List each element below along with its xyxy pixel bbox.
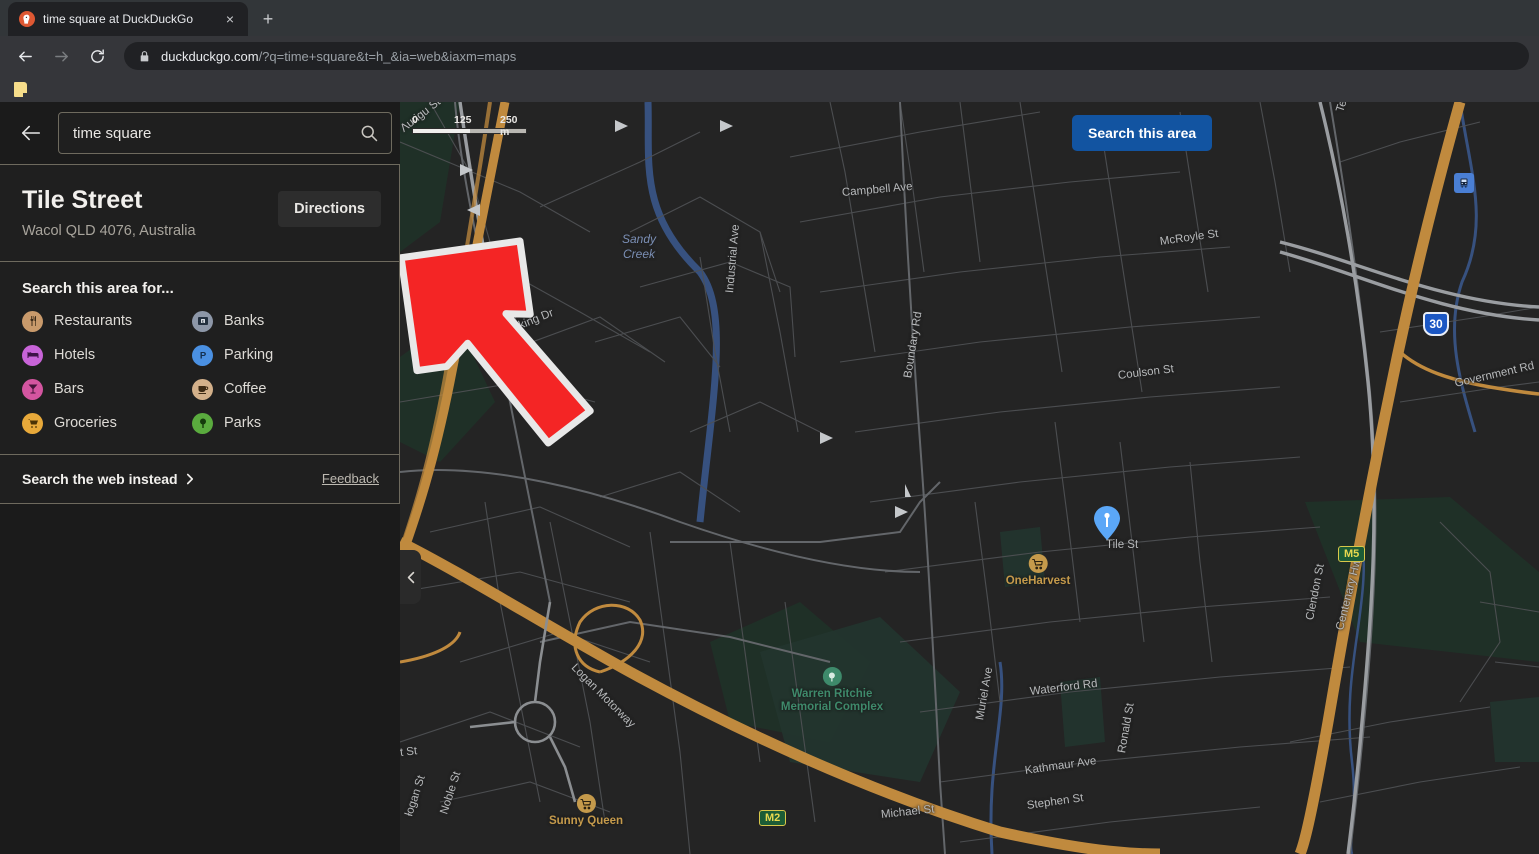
duckduckgo-icon	[19, 11, 35, 27]
bar-icon	[22, 378, 43, 400]
category-hotels[interactable]: Hotels	[22, 344, 192, 366]
train-station-icon[interactable]	[1454, 173, 1474, 193]
restaurant-icon	[22, 310, 43, 332]
water-label: Sandy Creek	[622, 232, 657, 261]
place-card: Tile Street Wacol QLD 4076, Australia Di…	[0, 164, 400, 262]
categories-card: Search this area for... Restaurants £ Ba…	[0, 261, 400, 455]
category-label: Restaurants	[54, 313, 133, 329]
collapse-sidebar-button[interactable]	[400, 550, 421, 604]
close-icon[interactable]: ×	[220, 9, 240, 29]
scale-max: 250 m	[500, 114, 518, 138]
category-label: Parking	[224, 347, 274, 363]
categories-grid: Restaurants £ Banks Hotels P Parking Bar…	[22, 310, 381, 434]
search-icon[interactable]	[359, 123, 379, 143]
page-content: Tile Street Wacol QLD 4076, Australia Di…	[0, 102, 1539, 854]
url-path: /?q=time+square&t=h_&ia=web&iaxm=maps	[258, 48, 517, 64]
category-parks[interactable]: Parks	[192, 412, 381, 434]
grocery-icon	[22, 412, 43, 434]
category-groceries[interactable]: Groceries	[22, 412, 192, 434]
search-input[interactable]	[73, 124, 359, 142]
scale-zero: 0	[412, 114, 418, 126]
category-label: Coffee	[224, 381, 267, 397]
category-banks[interactable]: £ Banks	[192, 310, 381, 332]
browser-window: time square at DuckDuckGo × + duckduckgo…	[0, 0, 1539, 854]
feedback-link[interactable]: Feedback	[322, 471, 379, 486]
categories-title: Search this area for...	[22, 279, 174, 297]
scale-bar: 0 125 250 m	[412, 114, 527, 138]
sidebar-footer: Search the web instead Feedback	[0, 454, 400, 504]
search-web-instead-label: Search the web instead	[22, 470, 178, 487]
search-row	[0, 102, 400, 164]
park-tree-icon	[822, 667, 842, 686]
category-label: Bars	[54, 381, 84, 397]
chevron-left-icon	[407, 571, 414, 583]
highway-shield-m5: M5	[1338, 546, 1366, 562]
map-poi-label: Sunny Queen	[548, 815, 624, 827]
url-text: duckduckgo.com/?q=time+square&t=h_&ia=we…	[161, 49, 516, 64]
search-web-instead-link[interactable]: Search the web instead	[22, 471, 195, 487]
reload-icon[interactable]	[82, 41, 112, 71]
url-domain: duckduckgo.com	[161, 48, 259, 64]
category-label: Banks	[224, 313, 265, 329]
place-info: Tile Street Wacol QLD 4076, Australia	[22, 186, 196, 239]
category-label: Groceries	[54, 415, 117, 431]
search-box[interactable]	[58, 112, 392, 154]
marker-label: Tile St	[1106, 539, 1139, 551]
bookmark-folder-icon[interactable]	[14, 81, 28, 98]
bank-icon: £	[192, 310, 213, 332]
category-coffee[interactable]: Coffee	[192, 378, 381, 400]
browser-tab[interactable]: time square at DuckDuckGo ×	[8, 2, 248, 36]
forward-icon[interactable]	[46, 41, 76, 71]
map-basemap	[400, 102, 1539, 854]
place-address: Wacol QLD 4076, Australia	[22, 222, 196, 239]
coffee-icon	[192, 378, 213, 400]
category-parking[interactable]: P Parking	[192, 344, 381, 366]
scale-mid: 125	[454, 114, 472, 126]
park-icon	[192, 412, 213, 434]
tab-title: time square at DuckDuckGo	[43, 12, 194, 26]
category-label: Hotels	[54, 347, 96, 363]
lock-icon	[138, 50, 151, 63]
category-label: Parks	[224, 415, 262, 431]
parking-icon: P	[192, 344, 213, 366]
category-restaurants[interactable]: Restaurants	[22, 310, 192, 332]
map-canvas[interactable]: 0 125 250 m Search this area Λurigu St Ca…	[400, 102, 1539, 854]
tab-strip: time square at DuckDuckGo × +	[0, 0, 1539, 36]
svg-text:P: P	[199, 351, 206, 362]
map-poi[interactable]: OneHarvest	[1005, 554, 1071, 588]
map-poi-label: OneHarvest	[1005, 575, 1071, 587]
address-bar[interactable]: duckduckgo.com/?q=time+square&t=h_&ia=we…	[124, 42, 1529, 70]
bookmarks-bar	[0, 76, 1539, 102]
page-title: Tile Street	[22, 186, 143, 214]
search-this-area-button[interactable]: Search this area	[1072, 115, 1213, 151]
browser-toolbar: duckduckgo.com/?q=time+square&t=h_&ia=we…	[0, 36, 1539, 76]
arrow-left-icon[interactable]	[18, 120, 44, 146]
new-tab-button[interactable]: +	[254, 5, 282, 33]
map-poi-label: Warren Ritchie Memorial Complex	[780, 688, 884, 714]
highway-shield-m2: M2	[759, 810, 787, 826]
hotel-icon	[22, 344, 43, 366]
map-poi[interactable]: Sunny Queen	[549, 794, 623, 828]
shopping-cart-icon	[1028, 554, 1048, 573]
maps-sidebar: Tile Street Wacol QLD 4076, Australia Di…	[0, 102, 400, 854]
category-bars[interactable]: Bars	[22, 378, 192, 400]
street-label: t St	[400, 745, 418, 759]
map-poi[interactable]: Warren Ritchie Memorial Complex	[781, 667, 883, 714]
directions-button[interactable]: Directions	[278, 191, 381, 227]
map-pin-icon[interactable]	[1094, 506, 1120, 540]
chevron-right-icon	[186, 473, 193, 484]
shopping-cart-icon	[576, 794, 596, 813]
back-icon[interactable]	[10, 41, 40, 71]
highway-shield-30: 30	[1423, 312, 1449, 336]
